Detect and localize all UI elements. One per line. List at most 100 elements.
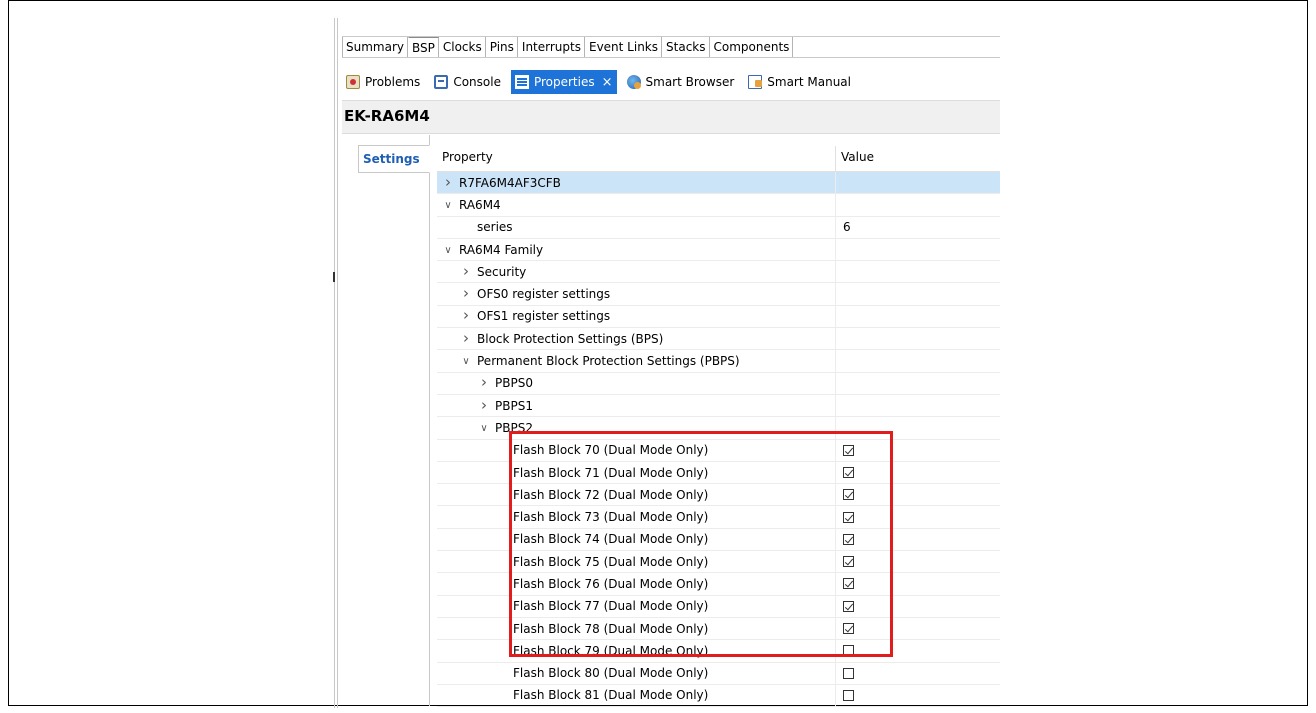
chevron-down-icon[interactable]: [441, 198, 455, 212]
property-value-cell[interactable]: [836, 306, 1000, 327]
unchecked-checkbox[interactable]: [843, 645, 854, 657]
property-label: Flash Block 75 (Dual Mode Only): [513, 554, 709, 569]
checked-checkbox[interactable]: [843, 623, 854, 635]
property-label: Flash Block 70 (Dual Mode Only): [513, 443, 709, 458]
property-value-cell[interactable]: [836, 239, 1000, 260]
sash-handle[interactable]: [333, 272, 335, 282]
chevron-down-icon[interactable]: [441, 243, 455, 257]
table-row[interactable]: OFS1 register settings: [437, 305, 1000, 329]
chevron-right-icon[interactable]: [477, 376, 491, 390]
chevron-down-icon[interactable]: [477, 421, 491, 435]
table-row[interactable]: Flash Block 76 (Dual Mode Only): [437, 573, 1000, 596]
checked-checkbox[interactable]: [843, 533, 854, 545]
unchecked-checkbox[interactable]: [843, 689, 854, 701]
property-label: OFS0 register settings: [477, 287, 611, 302]
chevron-right-icon[interactable]: [477, 399, 491, 413]
table-row[interactable]: PBPS0: [437, 372, 1000, 395]
tab-components[interactable]: Components: [710, 37, 794, 57]
table-row[interactable]: Flash Block 78 (Dual Mode Only): [437, 617, 1000, 641]
table-row[interactable]: Block Protection Settings (BPS): [437, 328, 1000, 351]
property-value-cell[interactable]: [836, 261, 1000, 282]
chevron-right-icon[interactable]: [459, 332, 473, 346]
table-row[interactable]: OFS0 register settings: [437, 283, 1000, 306]
property-value-cell[interactable]: 6: [836, 217, 1000, 238]
table-row[interactable]: Flash Block 81 (Dual Mode Only): [437, 684, 1000, 708]
table-row[interactable]: Flash Block 80 (Dual Mode Only): [437, 662, 1000, 685]
property-value-cell[interactable]: [836, 373, 1000, 394]
chevron-right-icon[interactable]: [441, 176, 455, 190]
checked-checkbox[interactable]: [843, 556, 854, 568]
chevron-right-icon[interactable]: [459, 287, 473, 301]
table-row[interactable]: Flash Block 70 (Dual Mode Only): [437, 439, 1000, 462]
tab-settings[interactable]: Settings: [358, 145, 430, 173]
property-value-cell[interactable]: [836, 194, 1000, 215]
table-row[interactable]: Flash Block 79 (Dual Mode Only): [437, 640, 1000, 663]
tab-pins[interactable]: Pins: [486, 37, 518, 57]
property-value-cell: [836, 618, 1000, 639]
smart-manual-icon: [748, 75, 763, 89]
table-row[interactable]: Flash Block 71 (Dual Mode Only): [437, 461, 1000, 485]
checked-checkbox[interactable]: [843, 578, 854, 590]
column-header-property[interactable]: Property: [437, 146, 836, 171]
property-value-cell[interactable]: [836, 328, 1000, 349]
property-name-cell: Flash Block 76 (Dual Mode Only): [437, 573, 836, 595]
property-name-cell: Flash Block 77 (Dual Mode Only): [437, 595, 836, 617]
view-tab-problems[interactable]: Problems: [342, 70, 424, 94]
chevron-down-icon[interactable]: [459, 354, 473, 368]
view-tab-smart-browser[interactable]: Smart Browser: [623, 70, 739, 94]
tab-interrupts[interactable]: Interrupts: [518, 37, 585, 57]
tab-stacks[interactable]: Stacks: [662, 37, 710, 57]
table-row[interactable]: Flash Block 72 (Dual Mode Only): [437, 484, 1000, 507]
view-tab-console[interactable]: Console: [430, 70, 505, 94]
view-tab-label: Smart Manual: [767, 75, 851, 89]
close-icon[interactable]: ×: [602, 75, 613, 90]
tab-event-links[interactable]: Event Links: [585, 37, 663, 57]
chevron-right-icon[interactable]: [459, 309, 473, 323]
property-label: Flash Block 71 (Dual Mode Only): [513, 465, 709, 480]
property-value-cell: [836, 484, 1000, 505]
column-header-value[interactable]: Value: [836, 146, 1000, 171]
checked-checkbox[interactable]: [843, 467, 854, 478]
property-name-cell: Flash Block 79 (Dual Mode Only): [437, 640, 836, 662]
property-label: Flash Block 79 (Dual Mode Only): [513, 643, 709, 658]
table-row[interactable]: Flash Block 74 (Dual Mode Only): [437, 528, 1000, 552]
property-value-cell[interactable]: [836, 417, 1000, 438]
tab-summary[interactable]: Summary: [342, 37, 408, 57]
table-row[interactable]: PBPS1: [437, 394, 1000, 418]
property-label: PBPS1: [495, 398, 533, 413]
table-row[interactable]: PBPS2: [437, 417, 1000, 440]
table-row[interactable]: Flash Block 75 (Dual Mode Only): [437, 551, 1000, 574]
problems-icon: [346, 75, 360, 89]
property-value-cell[interactable]: [836, 395, 1000, 416]
table-row[interactable]: RA6M4: [437, 194, 1000, 217]
table-row[interactable]: RA6M4 Family: [437, 238, 1000, 262]
property-value-cell[interactable]: [836, 350, 1000, 371]
property-value-cell: [836, 529, 1000, 550]
table-row[interactable]: R7FA6M4AF3CFB: [437, 172, 1000, 195]
table-row[interactable]: Permanent Block Protection Settings (PBP…: [437, 350, 1000, 373]
checked-checkbox[interactable]: [843, 600, 854, 612]
table-row[interactable]: Flash Block 73 (Dual Mode Only): [437, 506, 1000, 529]
checked-checkbox[interactable]: [843, 444, 854, 456]
editor-tab-bar: Summary BSP Clocks Pins Interrupts Event Link…: [342, 36, 1000, 58]
property-value-cell[interactable]: [836, 283, 1000, 304]
table-row[interactable]: series 6: [437, 216, 1000, 239]
tab-bsp[interactable]: BSP: [408, 37, 439, 57]
property-label: Flash Block 72 (Dual Mode Only): [513, 487, 709, 502]
view-tab-properties[interactable]: Properties ×: [510, 70, 617, 94]
chevron-right-icon[interactable]: [459, 265, 473, 279]
tab-clocks[interactable]: Clocks: [439, 37, 486, 57]
table-row[interactable]: Security: [437, 261, 1000, 284]
console-icon: [434, 75, 449, 89]
property-label: RA6M4: [459, 197, 501, 212]
property-name-cell: Flash Block 81 (Dual Mode Only): [437, 684, 836, 707]
property-value-cell[interactable]: [836, 172, 1000, 193]
unchecked-checkbox[interactable]: [843, 667, 854, 679]
property-label: Flash Block 78 (Dual Mode Only): [513, 621, 709, 636]
view-tab-smart-manual[interactable]: Smart Manual: [744, 70, 855, 94]
property-label: Flash Block 81 (Dual Mode Only): [513, 688, 709, 703]
checked-checkbox[interactable]: [843, 489, 854, 501]
checked-checkbox[interactable]: [843, 511, 854, 523]
smart-browser-icon: [626, 75, 641, 89]
table-row[interactable]: Flash Block 77 (Dual Mode Only): [437, 595, 1000, 618]
